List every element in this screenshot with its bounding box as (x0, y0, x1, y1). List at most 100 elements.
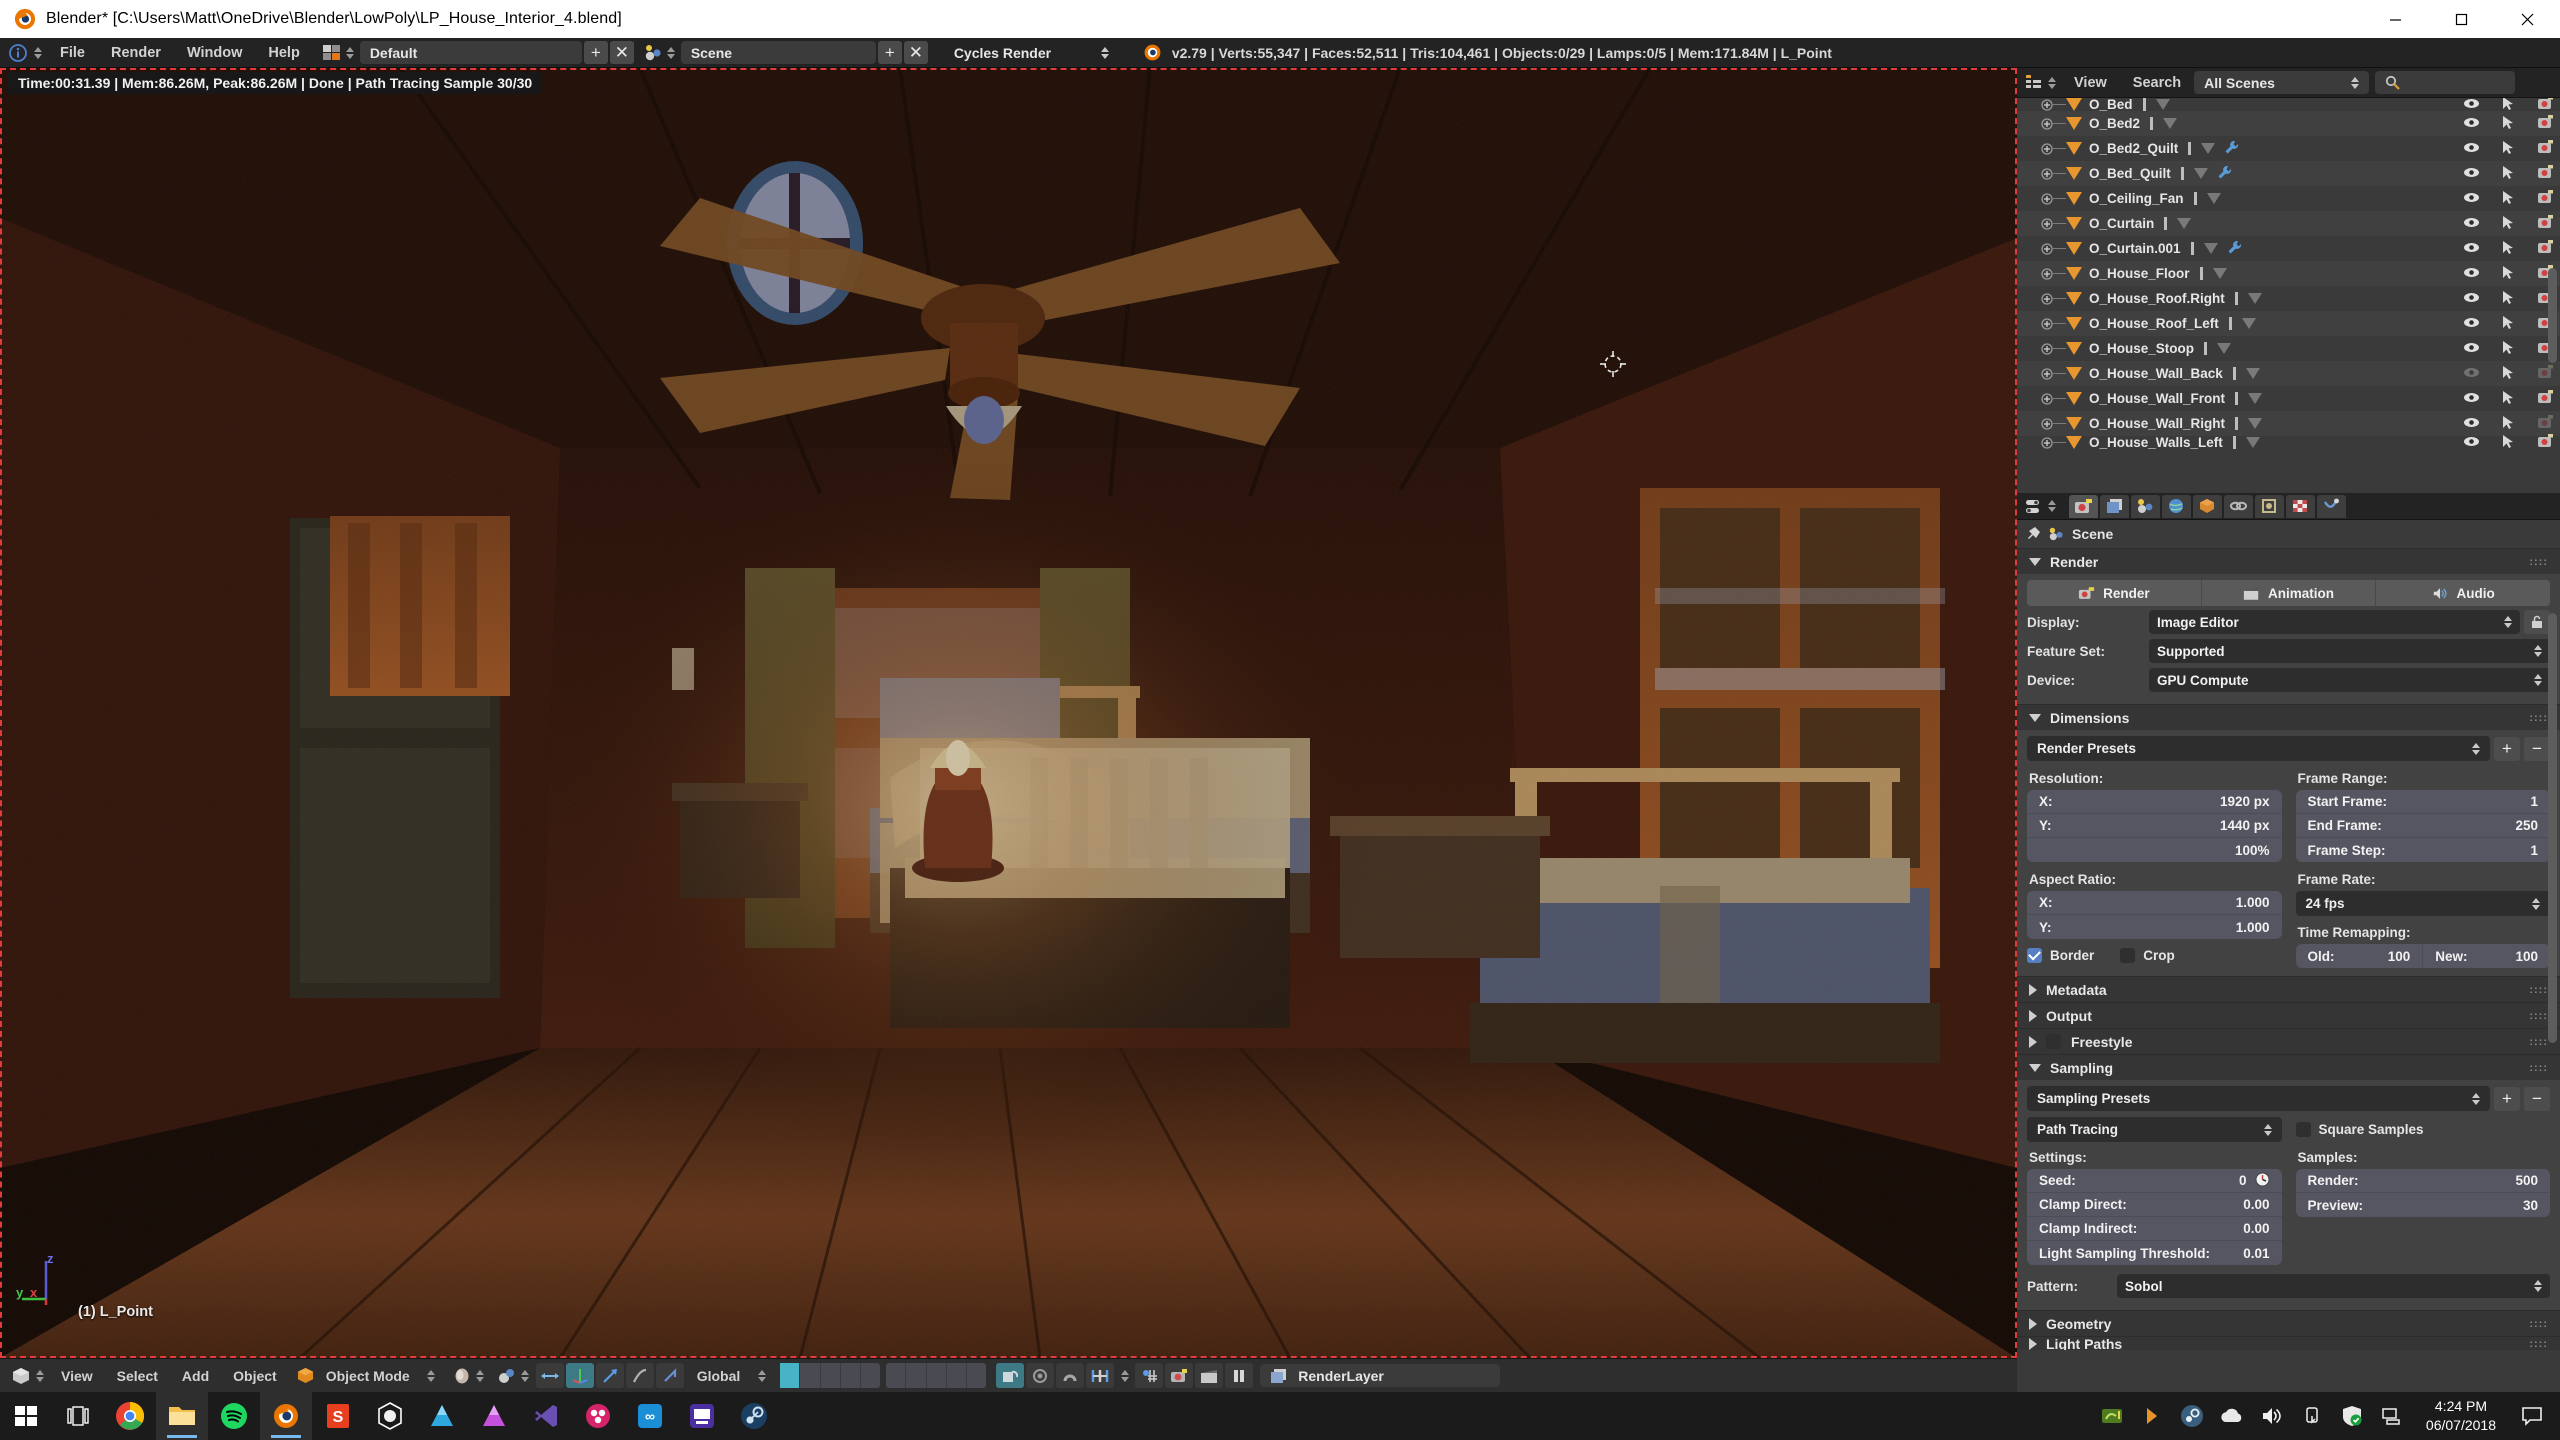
selectable-cursor-icon[interactable] (2502, 115, 2515, 133)
visibility-eye-icon[interactable] (2463, 291, 2480, 307)
expand-toggle-icon[interactable] (2041, 98, 2053, 111)
mesh-data-icon[interactable] (2248, 393, 2263, 404)
mesh-data-icon[interactable] (2201, 143, 2216, 154)
render-samples-field[interactable]: Render: 500 (2295, 1169, 2550, 1193)
selectable-cursor-icon[interactable] (2502, 190, 2515, 208)
selectable-cursor-icon[interactable] (2502, 315, 2515, 333)
render-layer-field[interactable]: RenderLayer (1260, 1364, 1501, 1387)
visibility-eye-icon[interactable] (2463, 416, 2480, 432)
menu-window[interactable]: Window (174, 41, 255, 65)
tab-physics[interactable] (2317, 494, 2346, 518)
aspect-x-field[interactable]: X: 1.000 (2027, 891, 2282, 915)
properties-body[interactable]: Scene Render :::: Render Animation Audio… (2017, 520, 2560, 1392)
scale-manipulator-button[interactable] (625, 1363, 654, 1388)
renderable-camera-icon[interactable] (2537, 140, 2554, 157)
expand-toggle-icon[interactable] (2041, 242, 2053, 255)
transform-orientation-icon-button[interactable] (655, 1363, 684, 1388)
store-icon[interactable] (676, 1392, 728, 1440)
mesh-data-icon[interactable] (2206, 193, 2221, 204)
outliner-item[interactable]: O_Bed (2017, 98, 2560, 112)
affinity-photo-icon[interactable] (468, 1392, 520, 1440)
panel-header-render[interactable]: Render :::: (2017, 548, 2560, 574)
mesh-data-icon[interactable] (2163, 118, 2178, 129)
modifier-wrench-icon[interactable] (2227, 240, 2242, 258)
visibility-eye-icon[interactable] (2463, 435, 2480, 451)
clamp-direct-field[interactable]: Clamp Direct: 0.00 (2027, 1193, 2282, 1217)
frame-rate-dropdown[interactable]: 24 fps (2295, 891, 2550, 916)
viewport-menu-view[interactable]: View (49, 1364, 105, 1388)
panel-header-geometry[interactable]: Geometry :::: (2017, 1310, 2560, 1336)
menu-help[interactable]: Help (255, 41, 312, 65)
screen-layout-icon-group[interactable] (322, 41, 360, 65)
display-dropdown[interactable]: Image Editor (2149, 610, 2520, 634)
outliner-item[interactable]: O_House_Roof_Left (2017, 311, 2560, 336)
mesh-data-icon[interactable] (2245, 368, 2260, 379)
tab-render-layers[interactable] (2100, 494, 2129, 518)
utorrent-icon[interactable] (2132, 1392, 2172, 1440)
renderable-camera-icon[interactable] (2537, 434, 2554, 451)
screen-layout-arrows[interactable] (345, 46, 356, 60)
animate-seed-icon[interactable] (2255, 1172, 2270, 1190)
outliner-item[interactable]: O_Bed2 (2017, 111, 2560, 136)
add-sampling-preset-button[interactable]: + (2494, 1086, 2520, 1111)
render-presets-dropdown[interactable]: Render Presets (2027, 736, 2490, 761)
outliner-display-mode-arrows[interactable] (2351, 76, 2360, 90)
blender-icon[interactable] (260, 1392, 312, 1440)
border-checkbox-row[interactable]: Border (2027, 948, 2094, 963)
panel-header-sampling[interactable]: Sampling :::: (2017, 1054, 2560, 1080)
close-button[interactable] (2494, 0, 2560, 38)
octane-icon[interactable] (572, 1392, 624, 1440)
pause-render-button[interactable] (1225, 1363, 1254, 1388)
outliner-tree[interactable]: O_Bed O_Bed2 O_Bed2_Quilt O_Bed_Quilt O_Ceil… (2017, 98, 2560, 493)
renderable-camera-icon[interactable] (2537, 190, 2554, 207)
snap-element-arrows[interactable] (1119, 1369, 1130, 1383)
selectable-cursor-icon[interactable] (2502, 290, 2515, 308)
outliner-item[interactable]: O_Curtain (2017, 211, 2560, 236)
interaction-mode-arrows[interactable] (426, 1369, 437, 1383)
properties-scrollbar[interactable] (2548, 613, 2557, 1043)
unreal-icon[interactable] (364, 1392, 416, 1440)
outliner-editor[interactable]: View Search All Scenes O_Bed O_Bed2 O_Bed2… (2017, 68, 2560, 493)
resolution-percentage-field[interactable]: 100% (2027, 838, 2282, 862)
properties-editor-type[interactable] (2025, 494, 2061, 518)
snap-magnet-button[interactable] (1056, 1363, 1085, 1388)
snap-element-button[interactable] (1086, 1363, 1115, 1388)
visibility-eye-icon[interactable] (2463, 191, 2480, 207)
selectable-cursor-icon[interactable] (2502, 265, 2515, 283)
outliner-editor-type[interactable] (2025, 71, 2061, 95)
outliner-display-mode[interactable]: All Scenes (2194, 71, 2370, 94)
snap-target-button[interactable] (1135, 1363, 1164, 1388)
render-presets-arrows[interactable] (2472, 742, 2480, 756)
square-samples-row[interactable]: Square Samples (2295, 1122, 2424, 1137)
expand-toggle-icon[interactable] (2041, 267, 2053, 280)
mesh-data-icon[interactable] (2212, 268, 2227, 279)
screen-layout-field[interactable]: Default (359, 41, 582, 64)
panel-header-freestyle[interactable]: Freestyle :::: (2017, 1028, 2560, 1054)
properties-editor-arrows[interactable] (2046, 499, 2057, 513)
selectable-cursor-icon[interactable] (2502, 415, 2515, 433)
mesh-data-icon[interactable] (2241, 318, 2256, 329)
nvidia-icon[interactable] (2092, 1392, 2132, 1440)
tab-world[interactable] (2162, 494, 2191, 518)
sampling-presets-arrows[interactable] (2472, 1092, 2480, 1106)
panel-header-output[interactable]: Output :::: (2017, 1002, 2560, 1028)
tab-modifiers[interactable] (2255, 494, 2284, 518)
expand-toggle-icon[interactable] (2041, 292, 2053, 305)
frame-rate-arrows[interactable] (2532, 897, 2540, 911)
lock-camera-button[interactable] (996, 1363, 1025, 1388)
scene-layers-second[interactable] (886, 1363, 987, 1388)
tab-scene[interactable] (2131, 494, 2160, 518)
outliner-menu-view[interactable]: View (2061, 71, 2120, 95)
3d-viewport[interactable]: Time:00:31.39 | Mem:86.26M, Peak:86.26M … (0, 68, 2017, 1358)
outliner-item[interactable]: O_House_Floor (2017, 261, 2560, 286)
coolors-icon[interactable]: ∞ (624, 1392, 676, 1440)
defender-icon[interactable] (2332, 1392, 2372, 1440)
substance-icon[interactable]: S (312, 1392, 364, 1440)
outliner-item[interactable]: O_House_Walls_Left (2017, 434, 2560, 451)
selectable-cursor-icon[interactable] (2502, 240, 2515, 258)
render-engine-field[interactable]: Cycles Render (944, 41, 1119, 64)
device-dropdown[interactable]: GPU Compute (2149, 668, 2550, 692)
viewport-menu-add[interactable]: Add (170, 1364, 221, 1388)
tab-constraints[interactable] (2224, 494, 2253, 518)
expand-toggle-icon[interactable] (2041, 192, 2053, 205)
